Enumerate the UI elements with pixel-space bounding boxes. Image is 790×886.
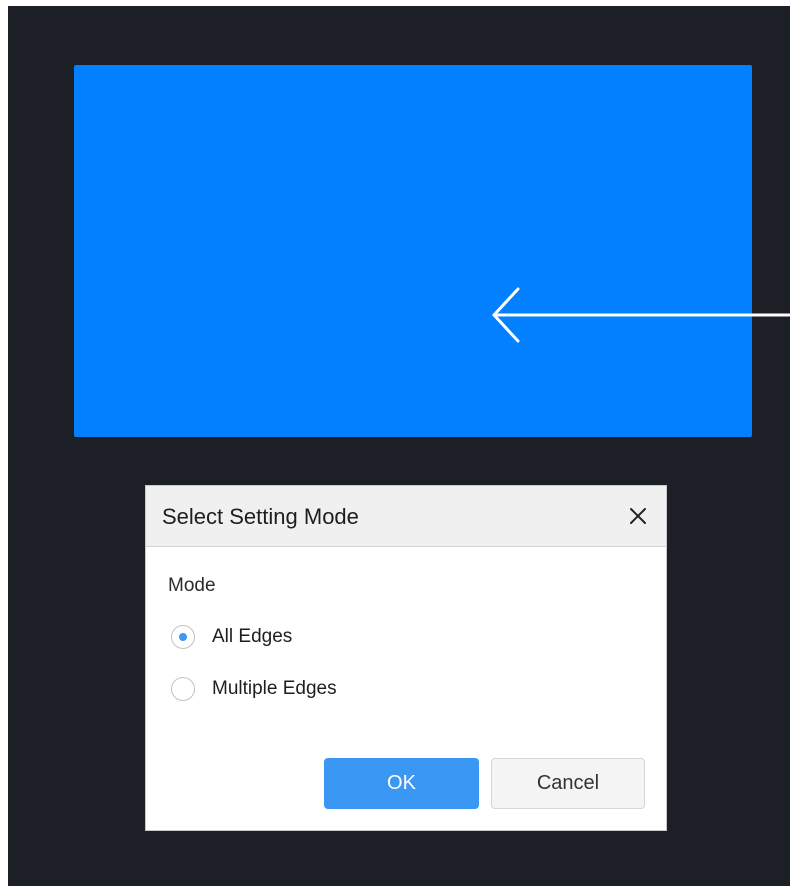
close-icon — [630, 508, 646, 524]
ok-button[interactable]: OK — [324, 758, 479, 809]
preview-panel — [74, 65, 790, 437]
cancel-button[interactable]: Cancel — [491, 758, 645, 809]
radio-button-unchecked[interactable] — [171, 677, 195, 701]
select-setting-mode-dialog: Select Setting Mode Mode All Edges Multi… — [145, 485, 667, 831]
radio-label-multiple-edges: Multiple Edges — [212, 678, 337, 699]
close-button[interactable] — [626, 504, 650, 528]
dialog-title: Select Setting Mode — [162, 504, 359, 529]
dialog-header: Select Setting Mode — [146, 486, 666, 547]
radio-label-all-edges: All Edges — [212, 626, 293, 647]
radio-button-checked[interactable] — [171, 625, 195, 649]
mode-label: Mode — [168, 575, 216, 596]
arrow-left-icon — [492, 287, 790, 343]
